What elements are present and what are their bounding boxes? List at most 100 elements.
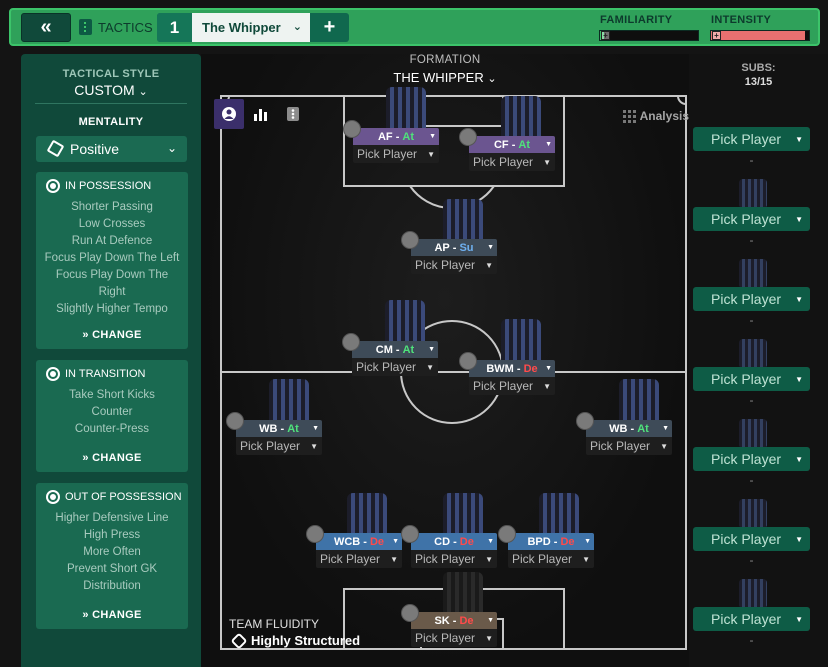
shield-icon <box>46 490 60 504</box>
dropdown-arrow-icon: ▼ <box>485 555 493 564</box>
player-slot-sk[interactable]: SK - De ▼ Pick Player ▼ <box>401 604 499 652</box>
dropdown-arrow-icon: ▼ <box>795 135 803 144</box>
dropdown-arrow-icon: ▼ <box>795 375 803 384</box>
vertical-dots-icon <box>287 107 299 121</box>
dropdown-arrow-icon: ▼ <box>428 346 435 353</box>
sub-shirt <box>739 419 767 447</box>
options-view-button[interactable] <box>278 99 308 129</box>
dropdown-arrow-icon: ▼ <box>487 538 494 545</box>
role-selector[interactable]: SK - De ▼ <box>411 612 497 629</box>
sub-pick-label: Pick Player <box>711 291 782 307</box>
out-of-possession-panel: OUT OF POSSESSION Higher Defensive Line … <box>36 483 188 629</box>
player-slot-wb-right[interactable]: WB - At ▼ Pick Player ▼ <box>576 412 674 460</box>
player-slot-wcb[interactable]: WCB - De ▼ Pick Player ▼ <box>306 525 404 573</box>
player-view-button[interactable] <box>214 99 244 129</box>
pick-player-dropdown[interactable]: Pick Player ▼ <box>316 550 402 568</box>
add-tactic-button[interactable]: + <box>310 13 349 42</box>
player-shirt <box>260 379 318 425</box>
familiarity-meter[interactable]: + <box>599 30 699 41</box>
player-avatar <box>459 128 477 146</box>
player-slot-cf[interactable]: CF - At ▼ Pick Player ▼ <box>459 128 557 176</box>
player-slot-cd[interactable]: CD - De ▼ Pick Player ▼ <box>401 525 499 573</box>
mentality-title: MENTALITY <box>78 116 144 128</box>
dropdown-arrow-icon: ▼ <box>426 363 434 372</box>
player-slot-bwm[interactable]: BWM - De ▼ Pick Player ▼ <box>459 352 557 400</box>
player-slot-bpd[interactable]: BPD - De ▼ Pick Player ▼ <box>498 525 596 573</box>
sub-pick-label: Pick Player <box>711 451 782 467</box>
pick-player-dropdown[interactable]: Pick Player ▼ <box>469 153 555 171</box>
back-button[interactable]: « <box>21 13 71 42</box>
pick-player-dropdown[interactable]: Pick Player ▼ <box>353 145 439 163</box>
team-fluidity-label: TEAM FLUIDITY <box>229 617 320 631</box>
sub-pick-player-dropdown[interactable]: Pick Player ▼ <box>693 127 810 151</box>
role-selector[interactable]: CM - At ▼ <box>352 341 438 358</box>
role-selector[interactable]: BPD - De ▼ <box>508 533 594 550</box>
sub-pick-player-dropdown[interactable]: Pick Player ▼ <box>693 367 810 391</box>
list-item: Distribution <box>83 580 141 592</box>
intensity-fill <box>711 31 806 40</box>
pick-player-dropdown[interactable]: Pick Player ▼ <box>469 377 555 395</box>
intensity-label: INTENSITY <box>711 14 772 26</box>
sub-pick-player-dropdown[interactable]: Pick Player ▼ <box>693 527 810 551</box>
role-selector[interactable]: BWM - De ▼ <box>469 360 555 377</box>
player-slot-af[interactable]: AF - At ▼ Pick Player ▼ <box>343 120 441 168</box>
player-slot-wb-left[interactable]: WB - At ▼ Pick Player ▼ <box>226 412 324 460</box>
out-of-possession-list: Higher Defensive Line High Press More Of… <box>36 510 188 595</box>
role-selector[interactable]: CF - At ▼ <box>469 136 555 153</box>
sub-player-name: - <box>749 553 754 567</box>
mentality-dropdown[interactable]: Positive ⌄ <box>36 136 187 162</box>
tactic-number[interactable]: 1 <box>157 13 192 42</box>
player-shirt <box>610 379 668 425</box>
role-selector[interactable]: WB - At ▼ <box>586 420 672 437</box>
role-selector[interactable]: WB - At ▼ <box>236 420 322 437</box>
tactics-label: TACTICS <box>79 19 153 35</box>
dropdown-arrow-icon: ▼ <box>543 158 551 167</box>
pick-player-dropdown[interactable]: Pick Player ▼ <box>411 550 497 568</box>
role-selector[interactable]: WCB - De ▼ <box>316 533 402 550</box>
list-item: Shorter Passing <box>71 201 153 213</box>
pick-player-dropdown[interactable]: Pick Player ▼ <box>586 437 672 455</box>
dropdown-arrow-icon: ▼ <box>795 295 803 304</box>
dropdown-arrow-icon: ▼ <box>795 535 803 544</box>
change-out-of-possession-button[interactable]: » CHANGE <box>36 609 188 621</box>
sub-pick-player-dropdown[interactable]: Pick Player ▼ <box>693 607 810 631</box>
in-transition-panel: IN TRANSITION Take Short Kicks Counter C… <box>36 360 188 472</box>
pick-player-dropdown[interactable]: Pick Player ▼ <box>352 358 438 376</box>
sub-pick-player-dropdown[interactable]: Pick Player ▼ <box>693 447 810 471</box>
player-slot-cm[interactable]: CM - At ▼ Pick Player ▼ <box>342 333 440 381</box>
role-selector[interactable]: AF - At ▼ <box>353 128 439 145</box>
player-avatar <box>342 333 360 351</box>
analysis-button[interactable]: Analysis <box>622 109 689 123</box>
change-in-transition-button[interactable]: » CHANGE <box>36 452 188 464</box>
sub-pick-label: Pick Player <box>711 211 782 227</box>
pick-player-dropdown[interactable]: Pick Player ▼ <box>508 550 594 568</box>
dropdown-arrow-icon: ▼ <box>427 150 435 159</box>
change-in-possession-button[interactable]: » CHANGE <box>36 329 188 341</box>
double-chevron-left-icon: « <box>40 16 52 38</box>
pick-player-dropdown[interactable]: Pick Player ▼ <box>236 437 322 455</box>
player-avatar <box>498 525 516 543</box>
player-avatar <box>306 525 324 543</box>
stats-view-button[interactable] <box>246 99 276 129</box>
sub-pick-label: Pick Player <box>711 531 782 547</box>
player-slot-ap[interactable]: AP - Su ▼ Pick Player ▼ <box>401 231 499 279</box>
out-of-possession-title: OUT OF POSSESSION <box>65 491 182 503</box>
sub-pick-player-dropdown[interactable]: Pick Player ▼ <box>693 287 810 311</box>
sub-pick-player-dropdown[interactable]: Pick Player ▼ <box>693 207 810 231</box>
role-selector[interactable]: AP - Su ▼ <box>411 239 497 256</box>
pick-player-dropdown[interactable]: Pick Player ▼ <box>411 256 497 274</box>
tactic-selector[interactable]: 1 The Whipper ⌄ + <box>157 13 349 42</box>
pick-player-dropdown[interactable]: Pick Player ▼ <box>411 629 497 647</box>
ball-icon <box>46 179 60 193</box>
dropdown-arrow-icon: ▼ <box>485 261 493 270</box>
player-avatar <box>459 352 477 370</box>
list-item: Focus Play Down The Right <box>55 269 169 298</box>
player-shirt <box>377 87 435 133</box>
pitch-area: FORMATION THE WHIPPER ⌄ Analysis AF - At… <box>201 54 689 667</box>
tactical-style-title: TACTICAL STYLE <box>62 68 160 80</box>
tactic-name-dropdown[interactable]: The Whipper ⌄ <box>192 13 310 42</box>
role-selector[interactable]: CD - De ▼ <box>411 533 497 550</box>
list-item: Run At Defence <box>71 235 153 247</box>
intensity-meter[interactable]: + <box>710 30 810 41</box>
tactical-style-dropdown[interactable]: CUSTOM ⌄ <box>21 82 201 98</box>
